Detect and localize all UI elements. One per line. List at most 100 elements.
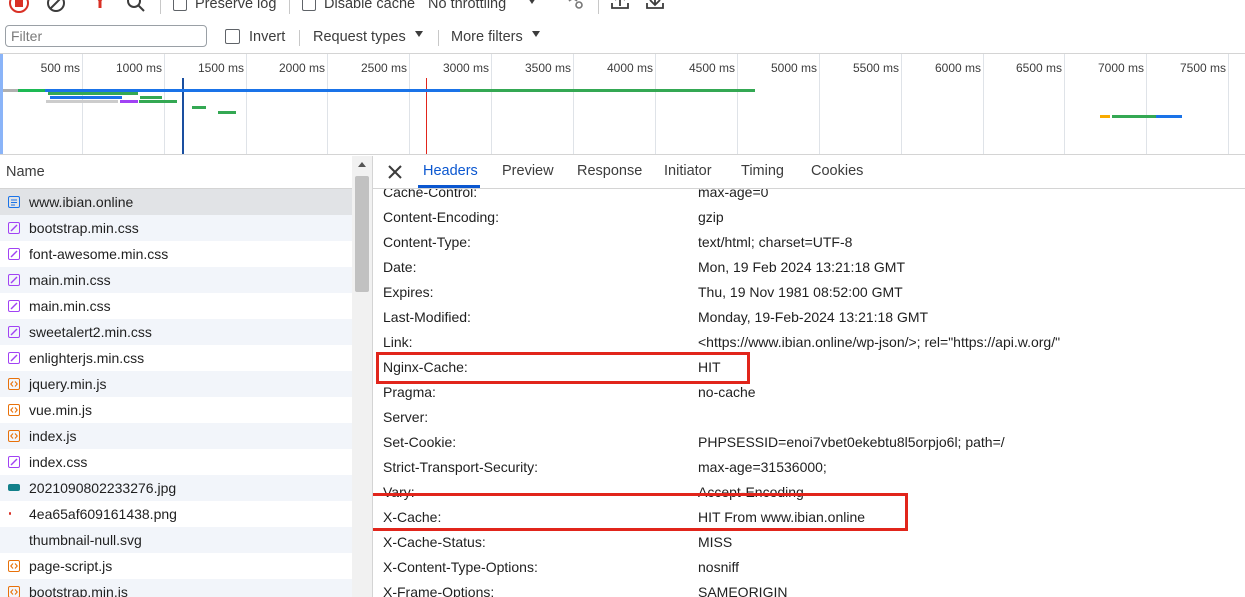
request-name: enlighterjs.min.css bbox=[29, 350, 145, 366]
request-row[interactable]: index.css bbox=[0, 449, 352, 475]
request-row[interactable]: main.min.css bbox=[0, 267, 352, 293]
tab-cookies[interactable]: Cookies bbox=[811, 163, 863, 179]
header-name: Pragma: bbox=[383, 384, 436, 400]
header-row: Content-Encoding: gzip bbox=[373, 205, 1245, 230]
filter-input[interactable] bbox=[5, 25, 207, 47]
name-column-header[interactable]: Name bbox=[0, 156, 372, 189]
header-name: X-Cache-Status: bbox=[383, 534, 486, 550]
request-name: 2021090802233276.jpg bbox=[29, 480, 177, 496]
header-value: Monday, 19-Feb-2024 13:21:18 GMT bbox=[698, 309, 929, 325]
request-row[interactable]: 2021090802233276.jpg bbox=[0, 475, 352, 501]
timeline-gridline bbox=[573, 54, 574, 154]
header-row: Strict-Transport-Security: max-age=315360… bbox=[373, 455, 1245, 480]
request-row[interactable]: bootstrap.min.js bbox=[0, 579, 352, 597]
timeline-gridline bbox=[983, 54, 984, 154]
request-name: jquery.min.js bbox=[29, 376, 107, 392]
timeline-gridline bbox=[1228, 54, 1229, 154]
header-name: Date: bbox=[383, 259, 417, 275]
active-tab-indicator bbox=[418, 185, 480, 188]
timeline-request-bar bbox=[46, 100, 118, 103]
timeline-gridline bbox=[164, 54, 165, 154]
more-filters-label: More filters bbox=[451, 29, 523, 45]
timeline-tick-label: 7000 ms bbox=[1097, 61, 1144, 75]
timeline-request-bar bbox=[128, 92, 138, 95]
disable-cache-checkbox[interactable]: Disable cache bbox=[302, 0, 415, 14]
timeline-tick-label: 4000 ms bbox=[606, 61, 653, 75]
request-row[interactable]: 4ea65af609161438.png bbox=[0, 501, 352, 527]
header-value: max-age=0 bbox=[698, 189, 769, 200]
response-headers-list: Cache-Control: max-age=0 Content-Encoding:… bbox=[373, 189, 1245, 597]
import-har-icon[interactable] bbox=[611, 0, 629, 12]
timeline-overview[interactable]: 500 ms 1000 ms 1500 ms 2000 ms 2500 ms 3000 m… bbox=[0, 54, 1245, 155]
header-row: Content-Type: text/html; charset=UTF-8 bbox=[373, 230, 1245, 255]
invert-checkbox[interactable]: Invert bbox=[225, 28, 285, 45]
request-row[interactable]: main.min.css bbox=[0, 293, 352, 319]
image-thumbnail-icon bbox=[9, 512, 11, 515]
timeline-request-bar bbox=[120, 100, 138, 103]
header-name: X-Frame-Options: bbox=[383, 584, 495, 597]
header-value: text/html; charset=UTF-8 bbox=[698, 234, 853, 250]
header-row: Cache-Control: max-age=0 bbox=[373, 189, 1245, 205]
header-name: Content-Encoding: bbox=[383, 209, 499, 225]
overview-left-handle[interactable] bbox=[0, 54, 3, 154]
timeline-request-bar bbox=[50, 96, 122, 99]
more-filters-dropdown[interactable]: More filters bbox=[451, 29, 540, 45]
request-row[interactable]: bootstrap.min.css bbox=[0, 215, 352, 241]
request-name: index.js bbox=[29, 428, 77, 444]
tab-preview[interactable]: Preview bbox=[502, 163, 554, 179]
stylesheet-icon bbox=[8, 300, 20, 312]
timeline-gridline bbox=[1064, 54, 1065, 154]
chevron-down-icon bbox=[528, 0, 537, 5]
request-row[interactable]: www.ibian.online bbox=[0, 189, 352, 215]
request-row[interactable]: vue.min.js bbox=[0, 397, 352, 423]
checkbox-box[interactable] bbox=[225, 28, 240, 44]
timeline-tick-label: 6000 ms bbox=[934, 61, 981, 75]
timeline-gridline bbox=[327, 54, 328, 154]
filter-funnel-icon[interactable] bbox=[92, 0, 108, 12]
detail-tabs: Headers Preview Response Initiator Timing Coo… bbox=[373, 156, 1245, 189]
search-icon[interactable] bbox=[126, 0, 146, 13]
tab-timing[interactable]: Timing bbox=[741, 163, 784, 179]
timeline-tick-label: 1000 ms bbox=[115, 61, 162, 75]
network-conditions-icon[interactable] bbox=[564, 0, 584, 12]
timeline-tick-label: 2000 ms bbox=[278, 61, 325, 75]
request-row[interactable]: enlighterjs.min.css bbox=[0, 345, 352, 371]
timeline-gridline bbox=[409, 54, 410, 154]
request-row[interactable]: sweetalert2.min.css bbox=[0, 319, 352, 345]
timeline-request-bar bbox=[48, 92, 128, 95]
preserve-log-checkbox[interactable]: Preserve log bbox=[173, 0, 276, 14]
timeline-gridline bbox=[901, 54, 902, 154]
stop-recording-icon[interactable] bbox=[8, 0, 30, 14]
request-row[interactable]: page-script.js bbox=[0, 553, 352, 579]
scroll-thumb[interactable] bbox=[355, 176, 369, 292]
timeline-gridline bbox=[1146, 54, 1147, 154]
tab-headers[interactable]: Headers bbox=[423, 163, 478, 179]
tab-initiator[interactable]: Initiator bbox=[664, 163, 712, 179]
request-name: 4ea65af609161438.png bbox=[29, 506, 177, 522]
request-row[interactable]: thumbnail-null.svg bbox=[0, 527, 352, 553]
timeline-tick-label: 500 ms bbox=[40, 61, 80, 75]
clear-icon[interactable] bbox=[45, 0, 67, 14]
header-name: Last-Modified: bbox=[383, 309, 471, 325]
request-types-label: Request types bbox=[313, 29, 406, 45]
export-har-icon[interactable] bbox=[646, 0, 664, 12]
checkbox-box[interactable] bbox=[173, 0, 187, 12]
request-row[interactable]: index.js bbox=[0, 423, 352, 449]
timeline-tick-label: 5500 ms bbox=[852, 61, 899, 75]
timeline-gridline bbox=[491, 54, 492, 154]
request-types-dropdown[interactable]: Request types bbox=[313, 29, 423, 45]
script-icon bbox=[8, 586, 20, 597]
close-icon[interactable] bbox=[387, 164, 403, 180]
header-value: gzip bbox=[698, 209, 724, 225]
scroll-up-arrow-icon[interactable] bbox=[358, 162, 366, 167]
throttling-select[interactable]: No throttling bbox=[428, 0, 537, 14]
timeline-request-bar bbox=[140, 96, 162, 99]
tab-response[interactable]: Response bbox=[577, 163, 642, 179]
request-detail-pane: Headers Preview Response Initiator Timing Coo… bbox=[372, 156, 1245, 597]
request-row[interactable]: jquery.min.js bbox=[0, 371, 352, 397]
timeline-gridline bbox=[737, 54, 738, 154]
request-row[interactable]: font-awesome.min.css bbox=[0, 241, 352, 267]
request-list-scrollbar[interactable] bbox=[352, 156, 372, 597]
checkbox-box[interactable] bbox=[302, 0, 316, 12]
request-name: thumbnail-null.svg bbox=[29, 532, 142, 548]
